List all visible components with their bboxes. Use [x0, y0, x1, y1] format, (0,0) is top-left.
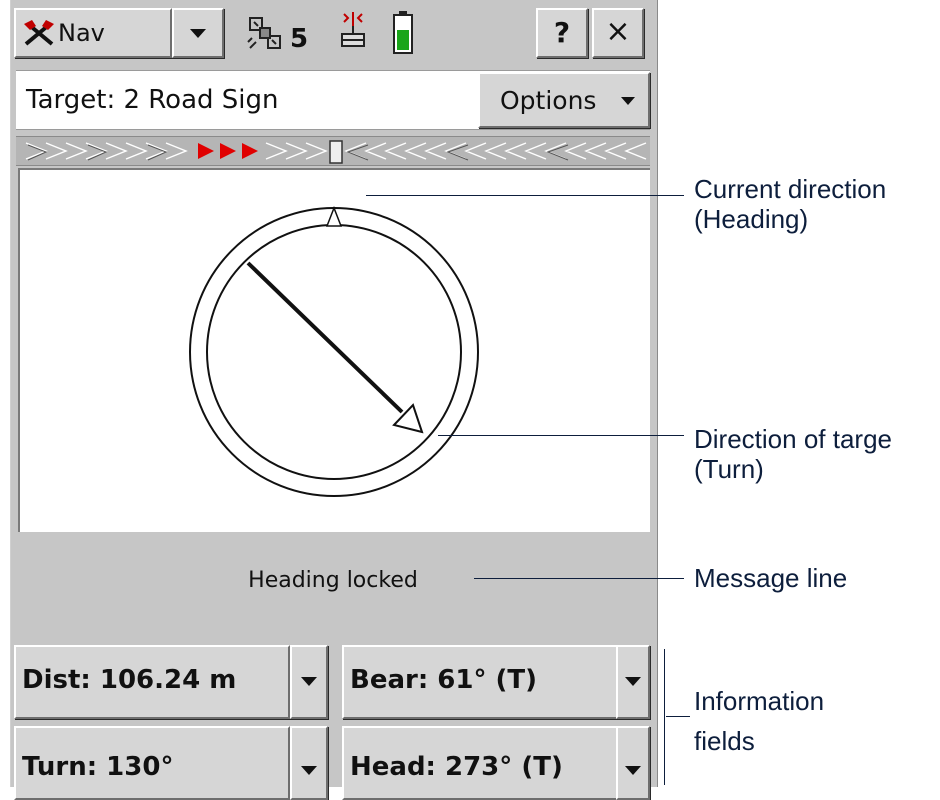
callout-line-message — [474, 578, 684, 579]
heading-marker-icon — [325, 205, 343, 227]
callout-heading-line1: Current direction — [694, 174, 887, 204]
compass-inner-ring — [206, 224, 462, 480]
satellite-icon — [247, 17, 281, 49]
callout-info-line2: fields — [694, 726, 755, 756]
callout-info-line1: Information — [694, 686, 825, 716]
options-label: Options — [500, 86, 597, 115]
compass-outer-ring — [189, 207, 479, 497]
turn-arrow-shaft — [246, 261, 404, 414]
target-text: Target: 2 Road Sign — [26, 85, 279, 115]
chevron-down-icon — [625, 766, 641, 775]
info-field-heading[interactable]: Head: 273° (T) — [342, 726, 620, 800]
radio-signal-icon — [341, 12, 365, 47]
chevron-down-icon — [621, 97, 635, 105]
compass-graphic — [189, 205, 479, 497]
turn-value: Turn: 130° — [22, 752, 174, 782]
battery-icon — [393, 11, 413, 54]
options-button[interactable]: Options — [478, 72, 650, 128]
bearing-dropdown-button[interactable] — [616, 645, 650, 719]
callout-bracket-info — [664, 649, 665, 785]
chevron-down-icon — [301, 677, 317, 686]
nav-menu-button[interactable]: Nav — [14, 8, 172, 58]
heading-strip-graphic — [25, 140, 647, 164]
callout-turn-line1: Direction of targe — [694, 424, 892, 454]
heading-strip — [16, 136, 650, 166]
bearing-value: Bear: 61° (T) — [350, 665, 538, 695]
callout-line-turn — [438, 435, 684, 436]
callout-message: Message line — [694, 563, 848, 593]
close-button[interactable]: × — [592, 8, 644, 58]
close-label: × — [605, 14, 631, 49]
callout-line-info — [666, 716, 690, 717]
crossed-hammers-icon — [24, 20, 54, 46]
message-line: Heading locked — [16, 534, 650, 634]
help-label: ? — [553, 16, 571, 49]
callout-info: Information fields — [694, 686, 824, 756]
callout-heading-line2: (Heading) — [694, 204, 809, 234]
callout-turn: Direction of targe (Turn) — [694, 424, 892, 484]
info-field-bearing[interactable]: Bear: 61° (T) — [342, 645, 620, 719]
heading-value: Head: 273° (T) — [350, 752, 563, 782]
nav-label: Nav — [58, 19, 105, 47]
distance-value: Dist: 106.24 m — [22, 665, 237, 695]
heading-dropdown-button[interactable] — [616, 726, 650, 800]
compass-area — [18, 168, 650, 532]
info-field-turn[interactable]: Turn: 130° — [14, 726, 290, 800]
callout-heading: Current direction (Heading) — [694, 174, 886, 234]
nav-dropdown-button[interactable] — [172, 8, 224, 58]
chevron-down-icon — [301, 766, 317, 775]
info-field-distance[interactable]: Dist: 106.24 m — [14, 645, 290, 719]
distance-dropdown-button[interactable] — [290, 645, 328, 719]
message-text: Heading locked — [248, 568, 418, 593]
chevron-down-icon — [190, 29, 206, 38]
chevron-down-icon — [625, 677, 641, 686]
callout-turn-line2: (Turn) — [694, 454, 764, 484]
satellite-count: 5 — [290, 24, 309, 54]
turn-dropdown-button[interactable] — [290, 726, 328, 800]
callout-line-heading — [366, 195, 684, 196]
help-button[interactable]: ? — [536, 8, 588, 58]
